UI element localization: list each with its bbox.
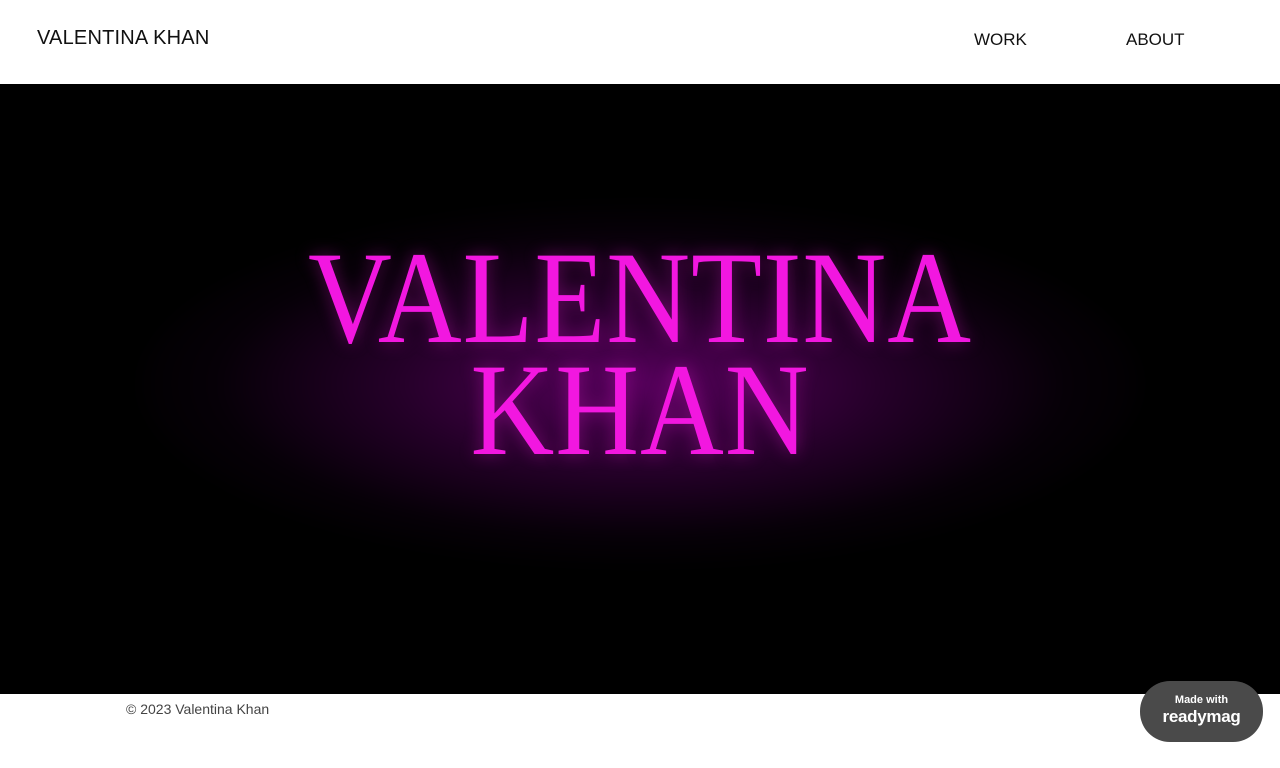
site-title-link[interactable]: VALENTINA KHAN: [37, 27, 209, 50]
hero-banner: VALENTINA KHAN: [0, 84, 1280, 694]
hero-title: VALENTINA KHAN: [77, 232, 1203, 483]
copyright-text: © 2023 Valentina Khan: [126, 701, 270, 717]
badge-made-with-label: Made with: [1174, 694, 1229, 706]
site-footer: © 2023 Valentina Khan: [0, 694, 1280, 768]
made-with-readymag-badge[interactable]: Made with readymag: [1140, 681, 1263, 742]
hero-title-line-last-name: KHAN: [470, 336, 810, 483]
nav-link-work[interactable]: WORK: [974, 30, 1027, 50]
nav-link-about[interactable]: ABOUT: [1126, 30, 1185, 50]
readymag-logo-text: readymag: [1162, 707, 1241, 726]
site-header: VALENTINA KHAN WORK ABOUT: [0, 0, 1280, 84]
